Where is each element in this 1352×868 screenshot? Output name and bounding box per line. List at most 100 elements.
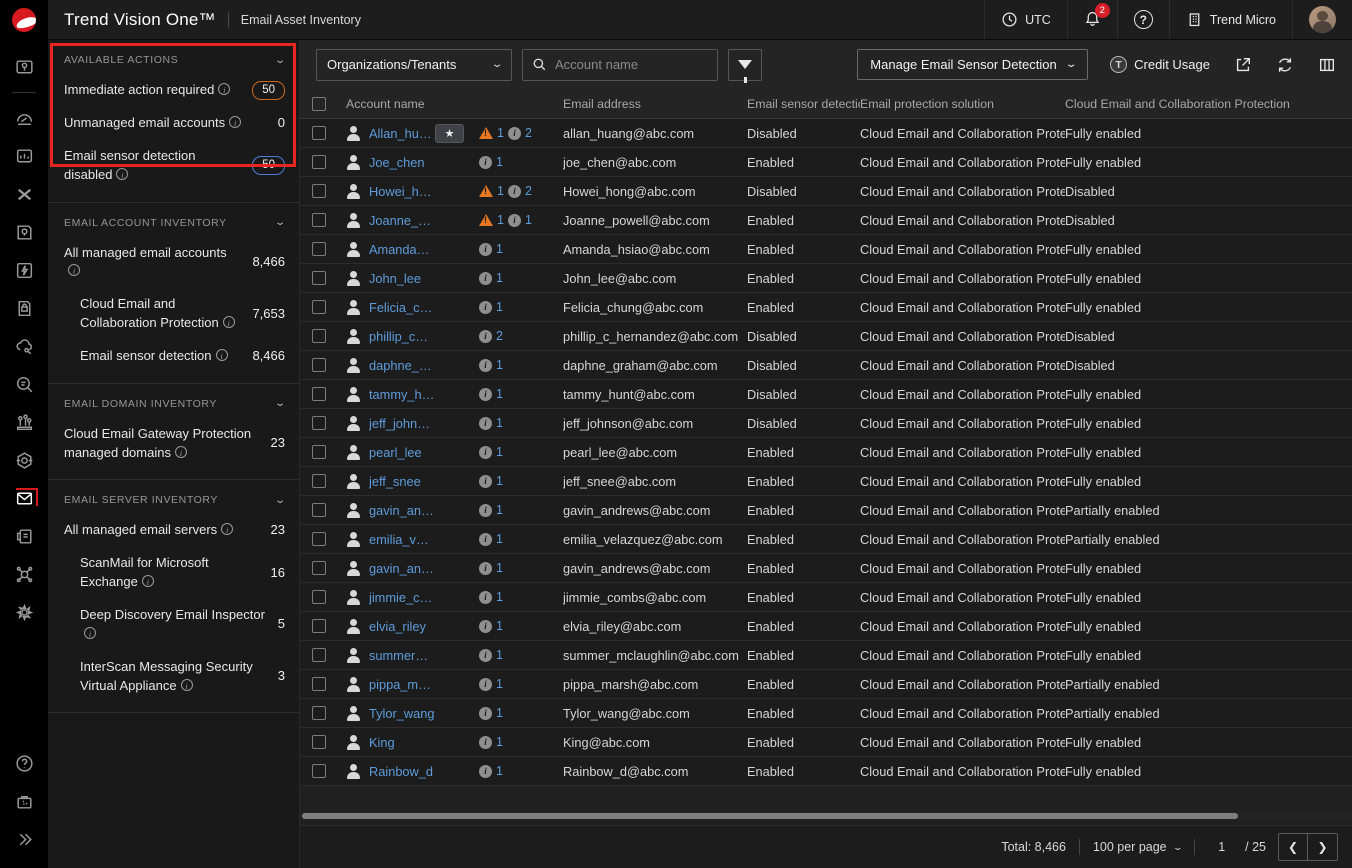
info-icon[interactable]: i xyxy=(479,301,492,314)
sidebar-item[interactable]: Cloud Email and Collaboration Protection… xyxy=(48,288,299,340)
sidebar-section-header[interactable]: AVAILABLE ACTIONS⌄ xyxy=(48,44,299,74)
rail-item-risk-posture[interactable] xyxy=(0,441,48,479)
info-count-link[interactable]: 1 xyxy=(496,561,503,575)
sidebar-item[interactable]: Unmanaged email accountsi0 xyxy=(48,107,299,140)
help-button[interactable]: ? xyxy=(1117,0,1169,39)
prev-page-button[interactable]: ❮ xyxy=(1279,834,1308,860)
row-checkbox[interactable] xyxy=(312,561,326,575)
page-number-input[interactable]: 1 xyxy=(1208,837,1235,857)
sidebar-item[interactable]: Email sensor detection disabledi50 xyxy=(48,140,299,192)
row-checkbox[interactable] xyxy=(312,532,326,546)
refresh-button[interactable] xyxy=(1276,56,1294,74)
trend-logo[interactable] xyxy=(0,0,48,40)
info-icon[interactable]: i xyxy=(479,475,492,488)
info-icon[interactable]: i xyxy=(216,349,228,361)
column-settings-button[interactable] xyxy=(1318,56,1336,74)
account-name-link[interactable]: phillip_c_hernandez xyxy=(369,329,435,344)
rail-item-compliance[interactable] xyxy=(0,289,48,327)
row-checkbox[interactable] xyxy=(312,474,326,488)
info-count-link[interactable]: 1 xyxy=(496,532,503,546)
rail-item-settings[interactable] xyxy=(0,593,48,631)
info-icon[interactable]: i xyxy=(229,116,241,128)
info-icon[interactable]: i xyxy=(479,591,492,604)
account-name-link[interactable]: Tylor_wang xyxy=(369,706,435,721)
row-checkbox[interactable] xyxy=(312,184,326,198)
row-checkbox[interactable] xyxy=(312,126,326,140)
info-count-link[interactable]: 1 xyxy=(525,213,532,227)
sidebar-item[interactable]: Immediate action requiredi50 xyxy=(48,74,299,107)
sidebar-item[interactable]: All managed email serversi23 xyxy=(48,514,299,547)
info-icon[interactable]: i xyxy=(479,272,492,285)
info-icon[interactable]: i xyxy=(479,243,492,256)
rail-item-email-inventory[interactable] xyxy=(0,479,48,517)
user-menu[interactable] xyxy=(1292,0,1352,39)
info-count-link[interactable]: 1 xyxy=(496,445,503,459)
info-count-link[interactable]: 1 xyxy=(496,590,503,604)
info-icon[interactable]: i xyxy=(479,649,492,662)
rail-item-service-gateway[interactable] xyxy=(0,517,48,555)
account-name-link[interactable]: jeff_snee xyxy=(369,474,435,489)
rail-item-search[interactable] xyxy=(0,365,48,403)
info-count-link[interactable]: 1 xyxy=(496,619,503,633)
account-name-link[interactable]: Amanda_hsiao xyxy=(369,242,435,257)
sidebar-item[interactable]: Cloud Email Gateway Protection managed d… xyxy=(48,418,299,470)
per-page-select[interactable]: 100 per page ⌄ xyxy=(1093,840,1181,854)
rail-item-cloud-access[interactable] xyxy=(0,327,48,365)
account-name-link[interactable]: emilia_velazquez xyxy=(369,532,435,547)
info-icon[interactable]: i xyxy=(223,316,235,328)
sidebar-section-header[interactable]: EMAIL DOMAIN INVENTORY⌄ xyxy=(48,388,299,418)
org-tenant-select[interactable]: Organizations/Tenants ⌄ xyxy=(316,49,512,81)
info-icon[interactable]: i xyxy=(479,417,492,430)
info-icon[interactable]: i xyxy=(479,562,492,575)
info-icon[interactable]: i xyxy=(479,446,492,459)
row-checkbox[interactable] xyxy=(312,619,326,633)
rail-item-reports[interactable] xyxy=(0,137,48,175)
info-icon[interactable]: i xyxy=(221,523,233,535)
info-icon[interactable]: i xyxy=(479,359,492,372)
rail-item-network-sensors[interactable] xyxy=(0,403,48,441)
info-icon[interactable]: i xyxy=(479,156,492,169)
row-checkbox[interactable] xyxy=(312,387,326,401)
info-count-link[interactable]: 1 xyxy=(496,648,503,662)
sidebar-section-header[interactable]: EMAIL SERVER INVENTORY⌄ xyxy=(48,484,299,514)
info-icon[interactable]: i xyxy=(479,678,492,691)
row-checkbox[interactable] xyxy=(312,764,326,778)
row-checkbox[interactable] xyxy=(312,503,326,517)
row-checkbox[interactable] xyxy=(312,213,326,227)
row-checkbox[interactable] xyxy=(312,416,326,430)
export-button[interactable] xyxy=(1234,56,1252,74)
info-count-link[interactable]: 1 xyxy=(496,387,503,401)
row-checkbox[interactable] xyxy=(312,706,326,720)
filter-button[interactable] xyxy=(728,49,762,81)
account-name-link[interactable]: Allan_huang xyxy=(369,126,435,141)
account-name-link[interactable]: pippa_marsh xyxy=(369,677,435,692)
row-checkbox[interactable] xyxy=(312,242,326,256)
timezone-selector[interactable]: UTC xyxy=(984,0,1067,39)
info-count-link[interactable]: 2 xyxy=(496,329,503,343)
info-count-link[interactable]: 1 xyxy=(496,706,503,720)
rail-item-toolkit[interactable] xyxy=(0,782,48,820)
account-name-link[interactable]: Rainbow_d xyxy=(369,764,435,779)
info-icon[interactable]: i xyxy=(479,330,492,343)
rail-item-network-analysis[interactable] xyxy=(0,555,48,593)
account-name-link[interactable]: tammy_hunt xyxy=(369,387,435,402)
sidebar-item[interactable]: InterScan Messaging Security Virtual App… xyxy=(48,651,299,703)
column-header-email-address[interactable]: Email address xyxy=(563,97,747,111)
sidebar-item[interactable]: ScanMail for Microsoft Exchangei16 xyxy=(48,547,299,599)
account-name-link[interactable]: gavin_andrews xyxy=(369,503,435,518)
next-page-button[interactable]: ❯ xyxy=(1308,834,1337,860)
info-count-link[interactable]: 2 xyxy=(525,126,532,140)
account-name-link[interactable]: Howei_hong xyxy=(369,184,435,199)
info-icon[interactable]: i xyxy=(68,264,80,276)
account-name-link[interactable]: Felicia_chung xyxy=(369,300,435,315)
info-icon[interactable]: i xyxy=(175,446,187,458)
info-count-link[interactable]: 1 xyxy=(496,677,503,691)
rail-item-expand[interactable] xyxy=(0,820,48,858)
info-count-link[interactable]: 1 xyxy=(496,155,503,169)
row-checkbox[interactable] xyxy=(312,648,326,662)
credit-usage-button[interactable]: T Credit Usage xyxy=(1110,56,1210,73)
sidebar-item[interactable]: Deep Discovery Email Inspectori5 xyxy=(48,599,299,651)
info-icon[interactable]: i xyxy=(479,504,492,517)
account-name-link[interactable]: pearl_lee xyxy=(369,445,435,460)
info-icon[interactable]: i xyxy=(181,679,193,691)
